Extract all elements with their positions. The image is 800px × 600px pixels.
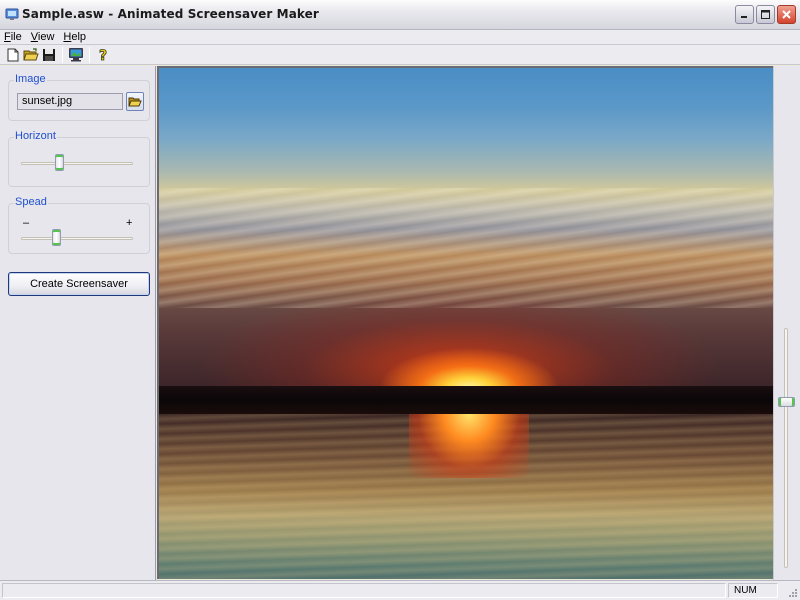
horizont-group-label: Horizont [14,130,57,142]
image-group: Image sunset.jpg [8,73,150,121]
save-button[interactable] [40,46,58,64]
image-preview [157,66,773,579]
menu-help[interactable]: Help [63,31,86,43]
help-question-icon: ? [99,48,108,62]
speed-slider-track[interactable] [21,237,133,240]
menu-file-label: ile [10,31,22,43]
monitor-preview-icon [69,48,83,62]
open-folder-icon [23,47,39,60]
menu-file-accel: F [4,31,11,43]
preview-button[interactable] [67,46,85,64]
speed-group: Spead – + [8,196,150,254]
close-button[interactable] [777,5,796,24]
open-folder-icon [128,97,142,106]
vertical-slider-track[interactable] [784,328,788,568]
menu-help-label: elp [71,31,87,43]
window-title: Sample.asw - Animated Screensaver Maker [22,7,319,21]
menu-file[interactable]: File [4,31,22,43]
maximize-button[interactable] [756,5,775,24]
preview-horizon-silhouette [159,386,773,414]
horizont-group: Horizont [8,130,150,187]
image-group-label: Image [14,73,47,85]
maximize-icon [761,10,770,19]
close-icon [782,10,791,19]
help-button[interactable]: ? [94,46,112,64]
vertical-slider-panel [773,66,800,580]
svg-text:?: ? [99,48,107,62]
minimize-icon [741,16,747,18]
preview-clouds [159,188,773,308]
image-file-field[interactable]: sunset.jpg [17,93,123,110]
menu-bar: File View Help [0,30,800,44]
speed-group-label: Spead [14,196,48,208]
save-disk-icon [43,48,55,61]
app-icon [5,7,19,21]
vertical-slider-thumb[interactable] [778,397,795,407]
title-bar: Sample.asw - Animated Screensaver Maker [0,0,800,30]
settings-panel: Image sunset.jpg Horizont Spead – + Crea… [0,66,156,580]
minimize-button[interactable] [735,5,754,24]
menu-view[interactable]: View [31,31,55,43]
speed-max-label: + [126,217,133,229]
toolbar-separator [62,46,63,63]
status-message [2,583,726,598]
menu-view-accel: V [30,31,38,43]
open-button[interactable] [22,46,40,64]
status-bar: NUM [0,580,800,600]
horizont-slider-track[interactable] [21,162,133,165]
horizont-slider-thumb[interactable] [54,154,64,171]
browse-image-button[interactable] [126,92,144,111]
speed-min-label: – [23,217,30,229]
new-document-icon [7,48,19,61]
new-button[interactable] [4,46,22,64]
speed-slider-thumb[interactable] [51,229,61,246]
create-screensaver-button[interactable]: Create Screensaver [8,272,150,296]
window-controls [735,5,796,24]
toolbar-separator [89,46,90,63]
num-lock-indicator: NUM [728,583,778,598]
menu-view-label: iew [37,31,55,43]
resize-grip-icon[interactable] [786,586,798,598]
toolbar: ? [0,44,800,65]
